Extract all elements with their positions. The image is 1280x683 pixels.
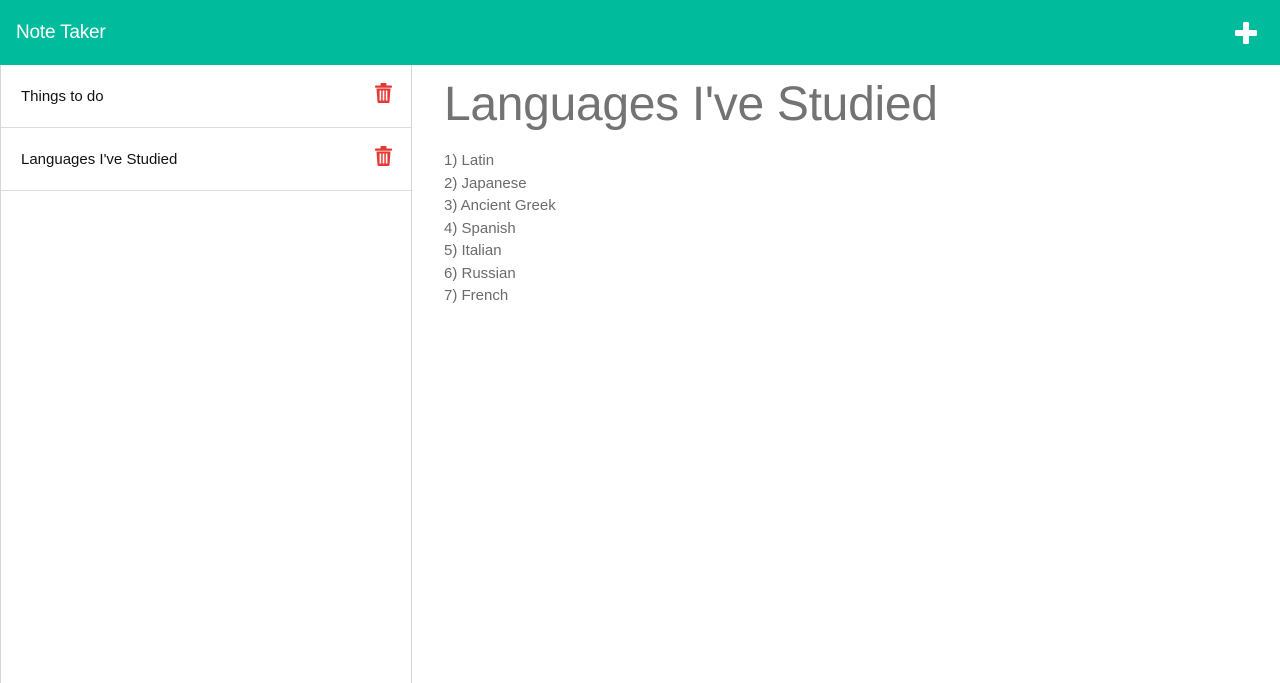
trash-icon[interactable]	[375, 83, 392, 103]
list-item[interactable]: Things to do	[1, 65, 411, 128]
note-line: 1) Latin	[444, 152, 495, 169]
new-note-button[interactable]	[1234, 21, 1258, 45]
note-line: 2) Japanese	[444, 174, 527, 192]
trash-icon[interactable]	[375, 146, 392, 166]
note-line: 3) Ancient Greek	[444, 197, 556, 214]
note-line: 4) Spanish	[444, 219, 516, 237]
notes-sidebar: Things to do Languages I've Studied	[0, 65, 412, 683]
note-line: 5) Italian	[444, 242, 502, 259]
note-title: Things to do	[21, 87, 104, 105]
note-line: 7) French	[444, 287, 509, 304]
app-title[interactable]: Note Taker	[16, 22, 106, 44]
navbar: Note Taker	[0, 0, 1280, 65]
note-title-heading[interactable]: Languages I've Studied	[444, 77, 1248, 133]
note-line: 6) Russian	[444, 264, 516, 282]
note-title: Languages I've Studied	[21, 150, 178, 168]
note-body[interactable]: 1) Latin 2) Japanese 3) Ancient Greek 4)…	[444, 150, 1248, 308]
list-item[interactable]: Languages I've Studied	[1, 128, 411, 191]
note-view: Languages I've Studied 1) Latin 2) Japan…	[412, 65, 1280, 683]
plus-icon	[1235, 21, 1257, 44]
